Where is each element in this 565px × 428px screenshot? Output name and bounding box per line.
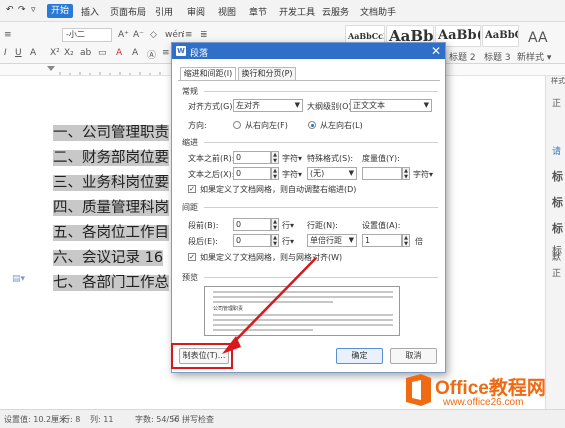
annotation-arrow bbox=[222, 257, 317, 354]
watermark-url: www.office26.com bbox=[443, 397, 524, 408]
watermark: Office教程网 www.office26.com bbox=[403, 370, 565, 410]
office-logo-icon bbox=[406, 374, 431, 406]
watermark-brand: Office教程网 bbox=[435, 378, 546, 399]
